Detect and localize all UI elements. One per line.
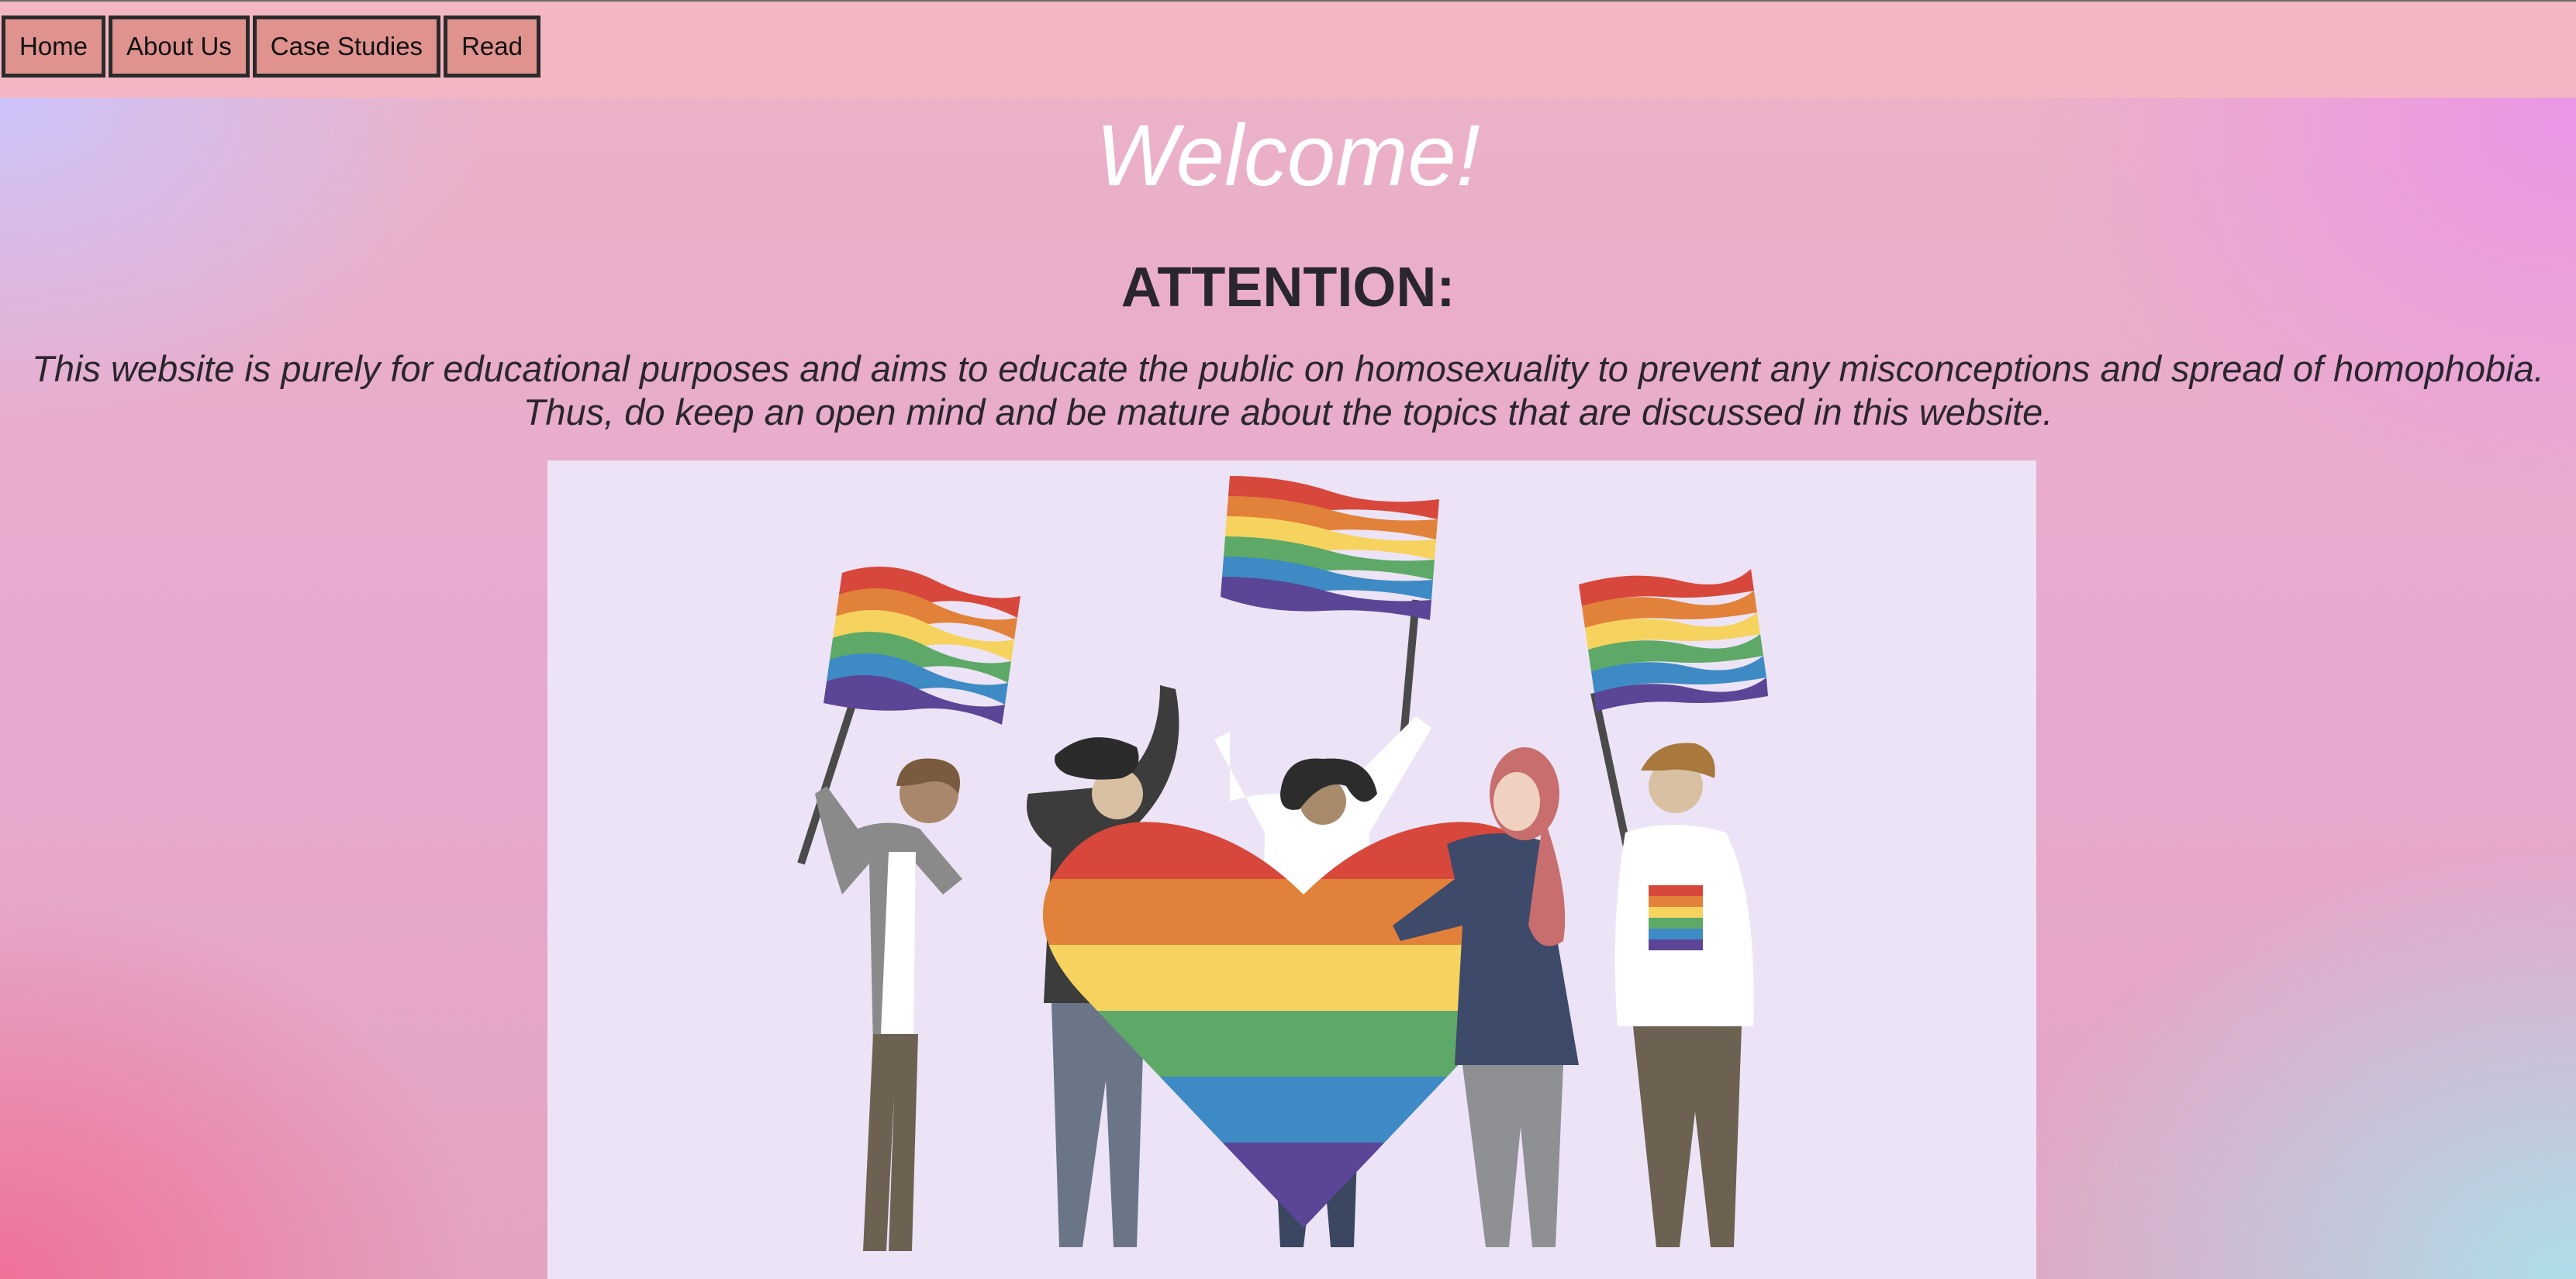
nav-read-button[interactable]: Read bbox=[444, 16, 540, 78]
attention-heading: ATTENTION: bbox=[1121, 257, 1455, 319]
rainbow-shirt-patch-icon bbox=[1649, 885, 1703, 950]
notice-line-2: Thus, do keep an open mind and be mature… bbox=[523, 391, 2053, 433]
pride-illustration-svg bbox=[797, 476, 1768, 1251]
welcome-heading: Welcome! bbox=[1096, 107, 1480, 204]
nav-case-studies-button[interactable]: Case Studies bbox=[252, 16, 441, 78]
navbar: Home About Us Case Studies Read bbox=[0, 2, 2576, 98]
nav-menu: Home About Us Case Studies Read bbox=[2, 16, 540, 78]
pride-crowd-illustration bbox=[547, 460, 2036, 1279]
nav-about-us-button[interactable]: About Us bbox=[109, 16, 250, 78]
notice-line-1: This website is purely for educational p… bbox=[32, 348, 2544, 389]
person-left-figure bbox=[815, 758, 962, 1251]
person-right-figure bbox=[1614, 743, 1754, 1247]
rainbow-flag-center-icon bbox=[1221, 476, 1439, 756]
nav-home-button[interactable]: Home bbox=[2, 16, 106, 78]
notice-text: This website is purely for educational p… bbox=[0, 347, 2576, 434]
